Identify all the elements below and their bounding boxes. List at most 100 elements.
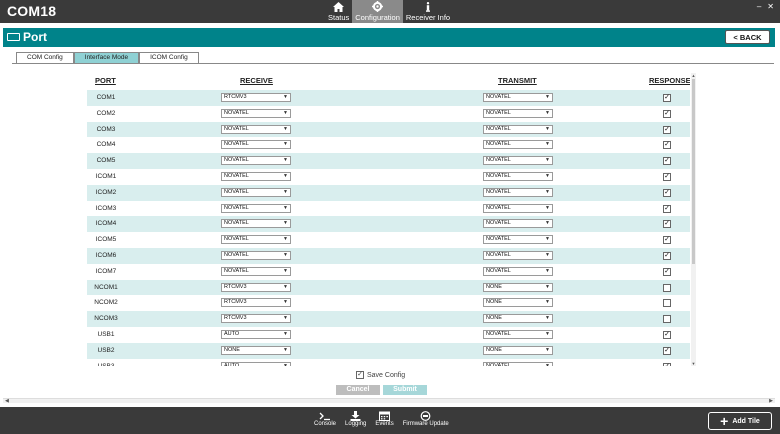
nav-configuration[interactable]: Configuration [352, 0, 403, 23]
transmit-select[interactable]: NONE ▼ [483, 314, 553, 324]
transmit-value: NONE [486, 346, 502, 353]
response-checkbox[interactable]: ✓ [663, 204, 671, 213]
transmit-select[interactable]: NOVATEL ▼ [483, 219, 553, 229]
nav-status[interactable]: Status [325, 0, 352, 23]
response-checkbox[interactable]: ✓ [663, 172, 671, 181]
receive-select[interactable]: AUTO ▼ [221, 329, 291, 339]
response-checkbox[interactable]: ✓ [663, 157, 671, 166]
add-tile-label: Add Tile [732, 417, 760, 425]
response-checkbox[interactable]: ✓ [663, 94, 671, 102]
transmit-select[interactable]: NONE ▼ [483, 282, 553, 292]
receive-select[interactable]: NOVATEL ▼ [221, 266, 291, 276]
nav-receiver-info[interactable]: Receiver Info [403, 0, 453, 23]
scroll-up-icon[interactable]: ▲ [691, 73, 696, 78]
response-checkbox[interactable]: ✓ [663, 141, 671, 150]
table-body: COM1 RTCMV3 ▼ NOVATEL ▼ ✓ COM2 NOVATEL ▼ NOVATEL ▼… [87, 90, 690, 366]
scroll-down-icon[interactable]: ▼ [691, 361, 696, 366]
response-checkbox[interactable] [663, 283, 671, 292]
response-checkbox[interactable]: ✓ [663, 109, 671, 118]
receive-value: NOVATEL [224, 251, 249, 258]
port-name: USB3 [87, 363, 125, 366]
response-checkbox[interactable]: ✓ [663, 125, 671, 134]
receive-value: NOVATEL [224, 188, 249, 195]
transmit-select[interactable]: NOVATEL ▼ [483, 156, 553, 166]
transmit-value: NOVATEL [486, 236, 511, 243]
transmit-value: NONE [486, 315, 502, 322]
response-checkbox[interactable]: ✓ [663, 330, 671, 339]
transmit-select[interactable]: NOVATEL ▼ [483, 93, 553, 102]
transmit-select[interactable]: NOVATEL ▼ [483, 250, 553, 260]
receive-select[interactable]: NOVATEL ▼ [221, 235, 291, 245]
transmit-select[interactable]: NOVATEL ▼ [483, 171, 553, 181]
interface-mode-table: PORT RECEIVE TRANSMIT RESPONSE COM1 RTCMV… [87, 73, 690, 366]
transmit-select[interactable]: NOVATEL ▼ [483, 140, 553, 150]
receive-select[interactable]: NOVATEL ▼ [221, 124, 291, 134]
transmit-value: NOVATEL [486, 141, 511, 148]
vertical-scrollbar[interactable]: ▲ ▼ [691, 73, 696, 366]
back-button[interactable]: < BACK [725, 30, 770, 44]
response-checkbox[interactable]: ✓ [663, 251, 671, 260]
response-checkbox[interactable]: ✓ [663, 220, 671, 229]
response-checkbox[interactable] [663, 315, 671, 324]
transmit-select[interactable]: NONE ▼ [483, 345, 553, 355]
scroll-left-icon[interactable]: ◀ [5, 398, 9, 404]
receive-select[interactable]: NOVATEL ▼ [221, 219, 291, 229]
port-name: COM5 [96, 157, 116, 165]
bottom-nav-console[interactable]: Console [314, 410, 336, 427]
response-checkbox[interactable]: ✓ [663, 346, 671, 355]
port-name: ICOM6 [95, 251, 117, 259]
tab-interface-mode[interactable]: Interface Mode [73, 52, 140, 63]
bottom-nav-firmware-update[interactable]: Firmware Update [403, 410, 449, 427]
receive-select[interactable]: RTCMV3 ▼ [221, 314, 291, 324]
add-tile-button[interactable]: + Add Tile [708, 412, 772, 430]
receive-select[interactable]: NOVATEL ▼ [221, 187, 291, 197]
transmit-select[interactable]: NONE ▼ [483, 298, 553, 308]
receive-select[interactable]: NOVATEL ▼ [221, 140, 291, 150]
response-checkbox[interactable]: ✓ [663, 362, 671, 366]
chevron-down-icon: ▼ [283, 251, 288, 258]
transmit-select[interactable]: NOVATEL ▼ [483, 124, 553, 134]
receive-select[interactable]: RTCMV3 ▼ [221, 282, 291, 292]
tab-icom-config[interactable]: ICOM Config [139, 52, 199, 63]
submit-button[interactable]: Submit [383, 385, 427, 395]
bottom-nav-events[interactable]: Events [375, 410, 394, 427]
port-header: Port < BACK [3, 28, 775, 47]
receive-select[interactable]: RTCMV3 ▼ [221, 298, 291, 308]
transmit-select[interactable]: NOVATEL ▼ [483, 187, 553, 197]
bottom-nav-logging[interactable]: Logging [345, 410, 366, 427]
transmit-select[interactable]: NOVATEL ▼ [483, 329, 553, 339]
minimize-icon[interactable]: – [757, 2, 761, 11]
receive-select[interactable]: NOVATEL ▼ [221, 171, 291, 181]
transmit-select[interactable]: NOVATEL ▼ [483, 235, 553, 245]
response-checkbox[interactable]: ✓ [663, 188, 671, 197]
receive-select[interactable]: NOVATEL ▼ [221, 203, 291, 213]
transmit-select[interactable]: NOVATEL ▼ [483, 266, 553, 276]
cancel-button[interactable]: Cancel [336, 385, 380, 395]
chevron-down-icon: ▼ [283, 267, 288, 274]
receive-select[interactable]: NONE ▼ [221, 345, 291, 355]
tab-divider [12, 63, 774, 64]
tab-com-config[interactable]: COM Config [16, 52, 74, 63]
receive-select[interactable]: NOVATEL ▼ [221, 156, 291, 166]
transmit-select[interactable]: NOVATEL ▼ [483, 203, 553, 213]
response-checkbox[interactable]: ✓ [663, 236, 671, 245]
receive-select[interactable]: NOVATEL ▼ [221, 108, 291, 118]
transmit-select[interactable]: NOVATEL ▼ [483, 361, 553, 366]
scroll-thumb[interactable] [692, 79, 695, 264]
receive-select[interactable]: NOVATEL ▼ [221, 250, 291, 260]
close-icon[interactable]: ✕ [767, 2, 774, 11]
response-checkbox[interactable]: ✓ [663, 267, 671, 276]
scroll-right-icon[interactable]: ▶ [769, 398, 773, 404]
horizontal-scrollbar[interactable]: ◀ ▶ [3, 398, 775, 404]
transmit-select[interactable]: NOVATEL ▼ [483, 108, 553, 118]
receive-select[interactable]: AUTO ▼ [221, 361, 291, 366]
receive-select[interactable]: RTCMV3 ▼ [221, 93, 291, 102]
save-config-row[interactable]: ✓ Save Config [356, 371, 405, 379]
transmit-value: NOVATEL [486, 157, 511, 164]
main-nav: Status Configuration Receiver Info [325, 0, 453, 23]
table-row: NCOM3 RTCMV3 ▼ NONE ▼ [87, 311, 690, 327]
save-config-checkbox[interactable]: ✓ [356, 371, 364, 379]
receive-value: NOVATEL [224, 125, 249, 132]
response-checkbox[interactable] [663, 299, 671, 308]
chevron-down-icon: ▼ [545, 109, 550, 116]
